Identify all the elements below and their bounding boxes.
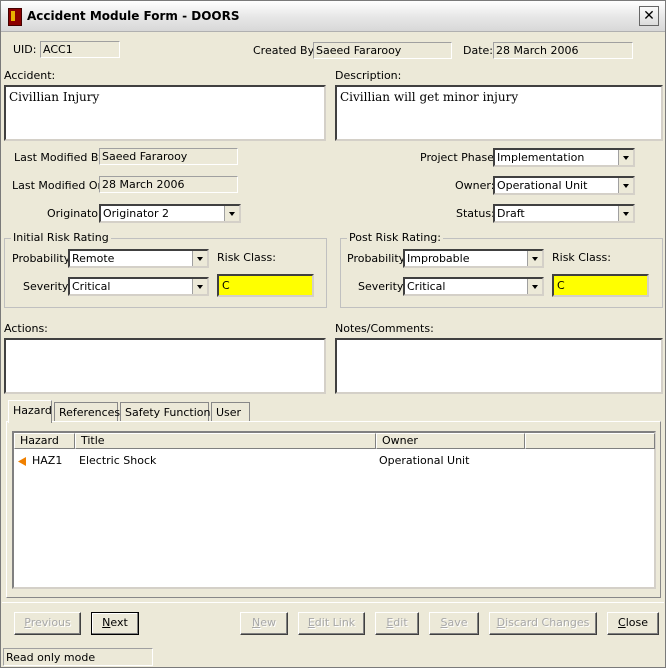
project-phase-label: Project Phase: — [420, 151, 498, 164]
edit-link-button[interactable]: Edit Link — [298, 612, 365, 635]
previous-button[interactable]: Previous — [14, 612, 81, 635]
title-bar: Accident Module Form - DOORS ✕ — [1, 1, 665, 32]
post-severity-label: Severity: — [358, 280, 407, 293]
edit-link-mnemonic: E — [307, 616, 315, 629]
originator-label: Originator: — [47, 207, 107, 220]
tab-hazard[interactable]: Hazard — [8, 400, 52, 423]
chevron-down-icon[interactable] — [618, 150, 633, 165]
column-header-title[interactable]: Title — [75, 433, 376, 449]
owner-label: Owner: — [455, 179, 495, 192]
post-risk-title: Post Risk Rating: — [347, 231, 443, 244]
tab-references[interactable]: References — [54, 402, 120, 422]
chevron-down-icon[interactable] — [618, 178, 633, 193]
accident-module-window: Accident Module Form - DOORS ✕ UID: ACC1… — [0, 0, 666, 668]
post-risk-class-label: Risk Class: — [552, 251, 611, 264]
originator-select[interactable]: Originator 2 — [99, 204, 241, 223]
uid-field: ACC1 — [40, 41, 120, 58]
created-by-field: Saeed Fararooy — [313, 42, 452, 59]
status-label: Status: — [456, 207, 495, 220]
chevron-down-icon[interactable] — [224, 206, 239, 221]
owner-select[interactable]: Operational Unit — [493, 176, 635, 195]
discard-changes-button[interactable]: Discard Changes — [489, 612, 597, 635]
last-modified-by-label: Last Modified By: — [14, 151, 108, 164]
tab-safety-functions[interactable]: Safety Functions — [120, 402, 216, 422]
chevron-down-icon[interactable] — [192, 279, 207, 294]
next-label: ext — [110, 616, 128, 629]
new-mnemonic: N — [252, 616, 261, 629]
last-modified-by-field: Saeed Fararooy — [99, 148, 238, 165]
post-probability-label: Probability: — [347, 252, 409, 265]
hazard-owner-cell: Operational Unit — [379, 454, 470, 467]
uid-label: UID: — [13, 43, 37, 56]
initial-severity-select[interactable]: Critical — [68, 277, 209, 296]
edit-link-label: dit Link — [314, 616, 356, 629]
post-severity-select[interactable]: Critical — [403, 277, 544, 296]
post-probability-select[interactable]: Improbable — [403, 249, 544, 268]
window-title: Accident Module Form - DOORS — [27, 9, 240, 23]
chevron-down-icon[interactable] — [527, 251, 542, 266]
column-header-blank — [525, 433, 655, 449]
last-modified-on-field: 28 March 2006 — [99, 176, 238, 193]
initial-severity-label: Severity: — [23, 280, 72, 293]
last-modified-on-label: Last Modified On: — [12, 179, 109, 192]
chevron-down-icon[interactable] — [527, 279, 542, 294]
doors-app-icon — [8, 8, 22, 26]
close-button[interactable]: Close — [607, 612, 659, 635]
hazard-title-cell: Electric Shock — [79, 454, 157, 467]
close-label: lose — [625, 616, 648, 629]
edit-label: dit — [393, 616, 408, 629]
originator-value: Originator 2 — [103, 207, 170, 220]
accident-textarea[interactable]: Civillian Injury — [4, 85, 326, 141]
tab-user[interactable]: User — [211, 402, 250, 422]
actions-label: Actions: — [4, 322, 48, 335]
new-button[interactable]: New — [240, 612, 288, 635]
new-label: ew — [260, 616, 276, 629]
chevron-down-icon[interactable] — [192, 251, 207, 266]
status-bar: Read only mode — [3, 648, 153, 666]
project-phase-value: Implementation — [497, 151, 585, 164]
window-close-icon[interactable]: ✕ — [639, 6, 659, 26]
initial-probability-select[interactable]: Remote — [68, 249, 209, 268]
edit-button[interactable]: Edit — [375, 612, 419, 635]
close-mnemonic: C — [618, 616, 626, 629]
save-label: ave — [447, 616, 468, 629]
initial-risk-class-field: C — [217, 274, 314, 297]
date-field: 28 March 2006 — [493, 42, 633, 59]
row-marker-icon — [18, 457, 26, 466]
created-by-label: Created By: — [253, 44, 317, 57]
post-severity-value: Critical — [407, 280, 446, 293]
hazard-list[interactable]: Hazard Title Owner HAZ1 Electric Shock O… — [12, 431, 656, 589]
status-select[interactable]: Draft — [493, 204, 635, 223]
post-probability-value: Improbable — [407, 252, 470, 265]
divider — [2, 602, 664, 603]
discard-label: iscard Changes — [505, 616, 590, 629]
initial-risk-title: Initial Risk Rating — [11, 231, 111, 244]
initial-severity-value: Critical — [72, 280, 111, 293]
column-header-owner[interactable]: Owner — [376, 433, 525, 449]
status-value: Draft — [497, 207, 525, 220]
date-label: Date: — [463, 44, 493, 57]
project-phase-select[interactable]: Implementation — [493, 148, 635, 167]
notes-label: Notes/Comments: — [335, 322, 434, 335]
column-header-hazard[interactable]: Hazard — [14, 433, 75, 449]
next-button[interactable]: Next — [91, 612, 139, 635]
hazard-id-cell: HAZ1 — [32, 454, 63, 467]
owner-value: Operational Unit — [497, 179, 588, 192]
post-risk-class-field: C — [552, 274, 649, 297]
previous-label: revious — [30, 616, 71, 629]
accident-label: Accident: — [4, 69, 56, 82]
discard-mnemonic: D — [496, 616, 506, 629]
actions-textarea[interactable] — [4, 338, 326, 394]
initial-risk-class-label: Risk Class: — [217, 251, 276, 264]
save-button[interactable]: Save — [429, 612, 479, 635]
initial-probability-label: Probability: — [12, 252, 74, 265]
notes-textarea[interactable] — [335, 338, 663, 394]
chevron-down-icon[interactable] — [618, 206, 633, 221]
initial-probability-value: Remote — [72, 252, 115, 265]
description-label: Description: — [335, 69, 402, 82]
description-textarea[interactable]: Civillian will get minor injury — [335, 85, 663, 141]
hazard-list-header: Hazard Title Owner — [14, 433, 655, 449]
